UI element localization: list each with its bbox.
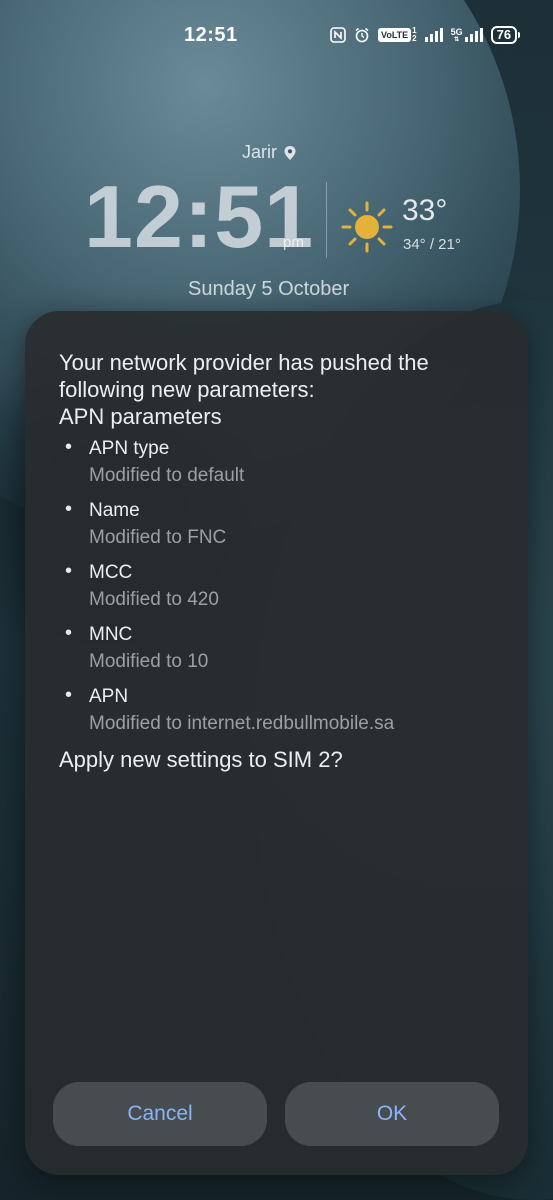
dialog-section-title: APN parameters (59, 404, 222, 429)
volte-sim-index: 1 2 (412, 27, 416, 43)
volte-icon: VoLTE 1 2 (378, 27, 417, 43)
signal-bars-icon (424, 28, 443, 42)
parameter-name: APN (89, 686, 129, 707)
bullet: • (65, 436, 73, 458)
bullet: • (65, 684, 73, 706)
location: Jarir (242, 142, 297, 163)
current-temperature: 33° (402, 194, 448, 227)
lockscreen-ampm: pm (283, 234, 304, 251)
lockscreen-clock: 12:51 (84, 167, 315, 266)
clock-weather-divider (326, 182, 327, 258)
dialog-body: Your network provider has pushed the fol… (59, 349, 500, 774)
battery-icon: 76 (490, 26, 521, 44)
lockscreen-date: Sunday 5 October (188, 278, 350, 300)
status-bar: 12:51 VoLTE 1 2 5G ⇅ 76 (0, 0, 553, 72)
parameter-value: Modified to 420 (89, 589, 219, 610)
temperature-range: 34° / 21° (403, 236, 461, 253)
bullet: • (65, 560, 73, 582)
ok-button[interactable]: OK (285, 1082, 499, 1146)
bullet: • (65, 622, 73, 644)
list-item: • Name Modified to FNC (59, 498, 500, 552)
network-type: 5G (450, 26, 463, 37)
list-item: • APN Modified to internet.redbullmobile… (59, 684, 500, 738)
nfc-icon (330, 27, 346, 43)
parameter-value: Modified to internet.redbullmobile.sa (89, 713, 395, 734)
status-time: 12:51 (184, 24, 238, 46)
parameter-value: Modified to FNC (89, 527, 227, 548)
sun-icon (341, 201, 393, 253)
cancel-button[interactable]: Cancel (53, 1082, 267, 1146)
parameter-name: APN type (89, 438, 170, 459)
alarm-icon (354, 27, 370, 43)
parameter-name: Name (89, 500, 140, 521)
parameter-value: Modified to 10 (89, 651, 209, 672)
dialog-question: Apply new settings to SIM 2? (59, 747, 343, 772)
parameter-list: • APN type Modified to default • Name Mo… (59, 436, 500, 738)
sim-index-2: 2 (412, 34, 417, 43)
bullet: • (65, 498, 73, 520)
parameter-value: Modified to default (89, 465, 245, 486)
battery-level: 76 (490, 26, 518, 44)
lock-screen: 12:51 VoLTE 1 2 5G ⇅ 76 Jarir 12:51 pm 3… (0, 0, 553, 1200)
list-item: • APN type Modified to default (59, 436, 500, 490)
location-label: Jarir (242, 142, 277, 162)
list-item: • MNC Modified to 10 (59, 622, 500, 676)
5g-signal-icon: 5G ⇅ (450, 26, 483, 43)
parameter-name: MNC (89, 624, 133, 645)
status-icons: VoLTE 1 2 5G ⇅ 76 (330, 26, 521, 44)
dialog-message: Your network provider has pushed the fol… (59, 350, 429, 402)
location-pin-icon (284, 145, 296, 160)
volte-label: VoLTE (378, 28, 412, 42)
parameter-name: MCC (89, 562, 133, 583)
apn-update-dialog: Your network provider has pushed the fol… (25, 311, 528, 1175)
list-item: • MCC Modified to 420 (59, 560, 500, 614)
